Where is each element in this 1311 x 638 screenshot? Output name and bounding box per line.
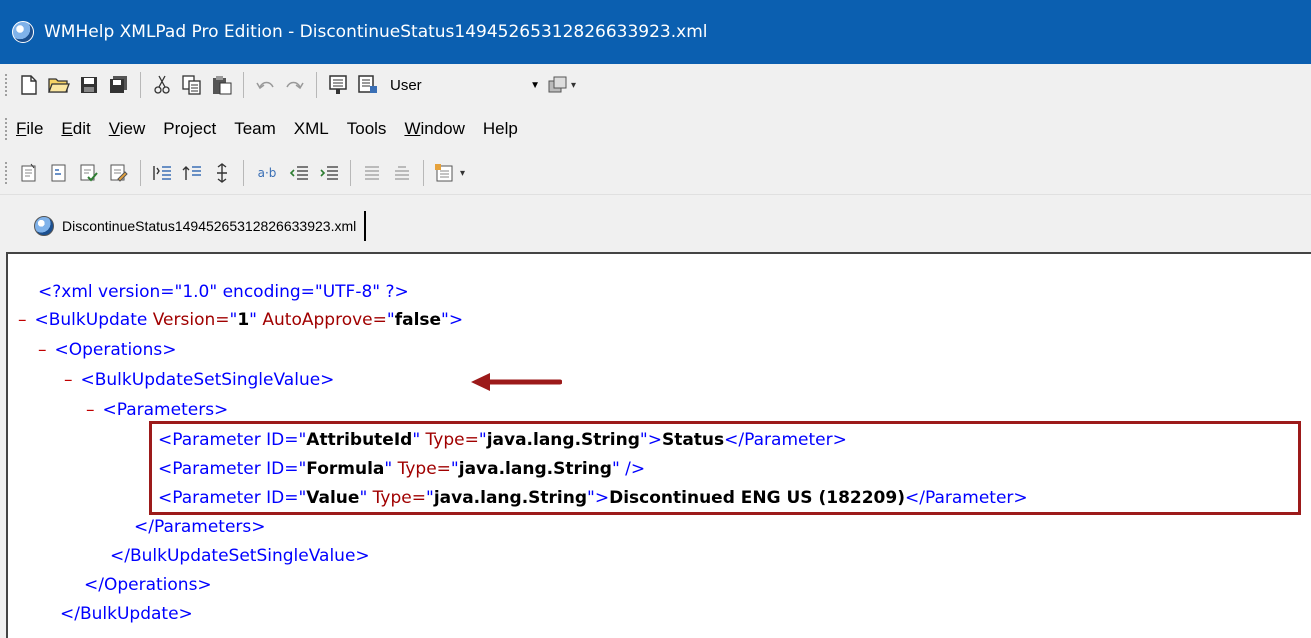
transform-icon[interactable] — [106, 160, 132, 186]
menu-xml[interactable]: XML — [294, 119, 329, 139]
open-folder-icon[interactable] — [46, 72, 72, 98]
quote: " — [441, 310, 449, 330]
undo-icon[interactable] — [252, 72, 278, 98]
xml-code: <?xml version="1.0" encoding="UTF-8" ?> … — [8, 254, 1311, 638]
customize-icon[interactable] — [545, 72, 571, 98]
validate-icon[interactable] — [76, 160, 102, 186]
expand-collapse-icon[interactable] — [209, 160, 235, 186]
tag-bulkupdate-close: </BulkUpdate> — [60, 604, 193, 624]
tag-setsinglevalue-open: <BulkUpdateSetSingleValue> — [80, 370, 335, 390]
operations-line: – <Operations> — [38, 336, 176, 364]
combo-dropdown-icon[interactable]: ▼ — [530, 80, 540, 91]
uncomment-icon[interactable] — [389, 160, 415, 186]
wrap-text-icon[interactable]: a·b — [252, 160, 282, 186]
copy-icon[interactable] — [179, 72, 205, 98]
annotation-arrow-icon — [471, 373, 562, 391]
cut-icon[interactable] — [149, 72, 175, 98]
attr-version-value: 1 — [237, 310, 250, 330]
menu-project[interactable]: Project — [163, 119, 216, 139]
parameters-close-line: </Parameters> — [134, 513, 266, 541]
attr-version-name: Version= — [147, 310, 230, 330]
attr-autoapprove-value: false — [394, 310, 442, 330]
menu-bar: File Edit View Project Team XML Tools Wi… — [0, 106, 1311, 152]
menu-team[interactable]: Team — [234, 119, 276, 139]
menu-help[interactable]: Help — [483, 119, 518, 139]
comment-icon[interactable] — [359, 160, 385, 186]
tag-close-bracket: > — [448, 310, 464, 330]
parameters-line: – <Parameters> — [86, 396, 228, 424]
attr-autoapprove-name: AutoApprove= — [257, 310, 387, 330]
redo-icon[interactable] — [282, 72, 308, 98]
setsinglevalue-close-line: </BulkUpdateSetSingleValue> — [110, 542, 370, 570]
document-icon[interactable] — [46, 160, 72, 186]
collapse-toggle[interactable]: – — [18, 310, 27, 330]
toggle-panel-icon[interactable] — [325, 72, 351, 98]
increase-indent-icon[interactable] — [316, 160, 342, 186]
toolbar-separator — [243, 72, 244, 98]
menu-file[interactable]: File — [16, 119, 43, 139]
menu-edit[interactable]: Edit — [61, 119, 90, 139]
xml-declaration-line: <?xml version="1.0" encoding="UTF-8" ?> — [38, 278, 409, 306]
toolbar-separator — [316, 72, 317, 98]
collapse-toggle[interactable]: – — [86, 400, 95, 420]
xml-declaration: <?xml version="1.0" encoding="UTF-8" ?> — [38, 282, 409, 302]
bulkupdate-close-line: </BulkUpdate> — [60, 600, 193, 628]
save-all-icon[interactable] — [106, 72, 132, 98]
xml-editor[interactable]: <?xml version="1.0" encoding="UTF-8" ?> … — [6, 252, 1311, 638]
operations-close-line: </Operations> — [84, 571, 212, 599]
annotation-highlight-box — [149, 421, 1301, 515]
main-toolbar: User ▼ ▾ — [0, 64, 1311, 106]
toolbar-grip[interactable] — [4, 73, 8, 97]
menubar-grip[interactable] — [4, 117, 8, 141]
quote: " — [249, 310, 257, 330]
menu-tools[interactable]: Tools — [347, 119, 387, 139]
app-logo-icon — [12, 21, 34, 43]
bulkupdate-line: – <BulkUpdate Version= " 1 " AutoApprove= " fa… — [18, 306, 463, 334]
xml-file-icon — [34, 216, 54, 236]
document-tab-strip: DiscontinueStatus14945265312826633923.xm… — [0, 194, 1311, 252]
toolbar-separator — [243, 160, 244, 186]
quote: " — [386, 310, 395, 330]
toolbar-separator — [350, 160, 351, 186]
save-icon[interactable] — [76, 72, 102, 98]
collapse-toggle[interactable]: – — [38, 340, 47, 360]
quote: " — [229, 310, 238, 330]
tag-parameters-open: <Parameters> — [102, 400, 229, 420]
schema-icon[interactable] — [432, 160, 458, 186]
toolbar-grip[interactable] — [4, 161, 8, 185]
tag-setsinglevalue-close: </BulkUpdateSetSingleValue> — [110, 546, 370, 566]
menu-view[interactable]: View — [109, 119, 146, 139]
new-file-icon[interactable] — [16, 72, 42, 98]
window-title: WMHelp XMLPad Pro Edition - DiscontinueS… — [44, 22, 708, 42]
tab-document[interactable]: DiscontinueStatus14945265312826633923.xm… — [34, 211, 367, 241]
outdent-icon[interactable] — [179, 160, 205, 186]
decrease-indent-icon[interactable] — [286, 160, 312, 186]
tree-view-icon[interactable] — [355, 72, 381, 98]
tag-parameters-close: </Parameters> — [134, 517, 266, 537]
toolbar-overflow-icon[interactable]: ▾ — [571, 80, 576, 91]
toolbar-separator — [140, 72, 141, 98]
paste-icon[interactable] — [209, 72, 235, 98]
menu-window[interactable]: Window — [404, 119, 464, 139]
xml-toolbar: a·b ▾ — [0, 152, 1311, 194]
profile-combo-value: User — [390, 76, 422, 94]
toolbar-separator — [423, 160, 424, 186]
profile-combo[interactable]: User ▼ — [385, 73, 545, 97]
toolbar-overflow-icon[interactable]: ▾ — [460, 168, 465, 179]
tag-bulkupdate-open: <BulkUpdate — [34, 310, 148, 330]
collapse-toggle[interactable]: – — [64, 370, 73, 390]
indent-icon[interactable] — [149, 160, 175, 186]
setsinglevalue-line: – <BulkUpdateSetSingleValue> — [64, 366, 334, 394]
tab-document-label: DiscontinueStatus14945265312826633923.xm… — [62, 218, 357, 234]
tag-operations-close: </Operations> — [84, 575, 212, 595]
check-wellformed-icon[interactable] — [16, 160, 42, 186]
tag-operations-open: <Operations> — [54, 340, 177, 360]
title-bar: WMHelp XMLPad Pro Edition - DiscontinueS… — [0, 0, 1311, 64]
toolbar-separator — [140, 160, 141, 186]
